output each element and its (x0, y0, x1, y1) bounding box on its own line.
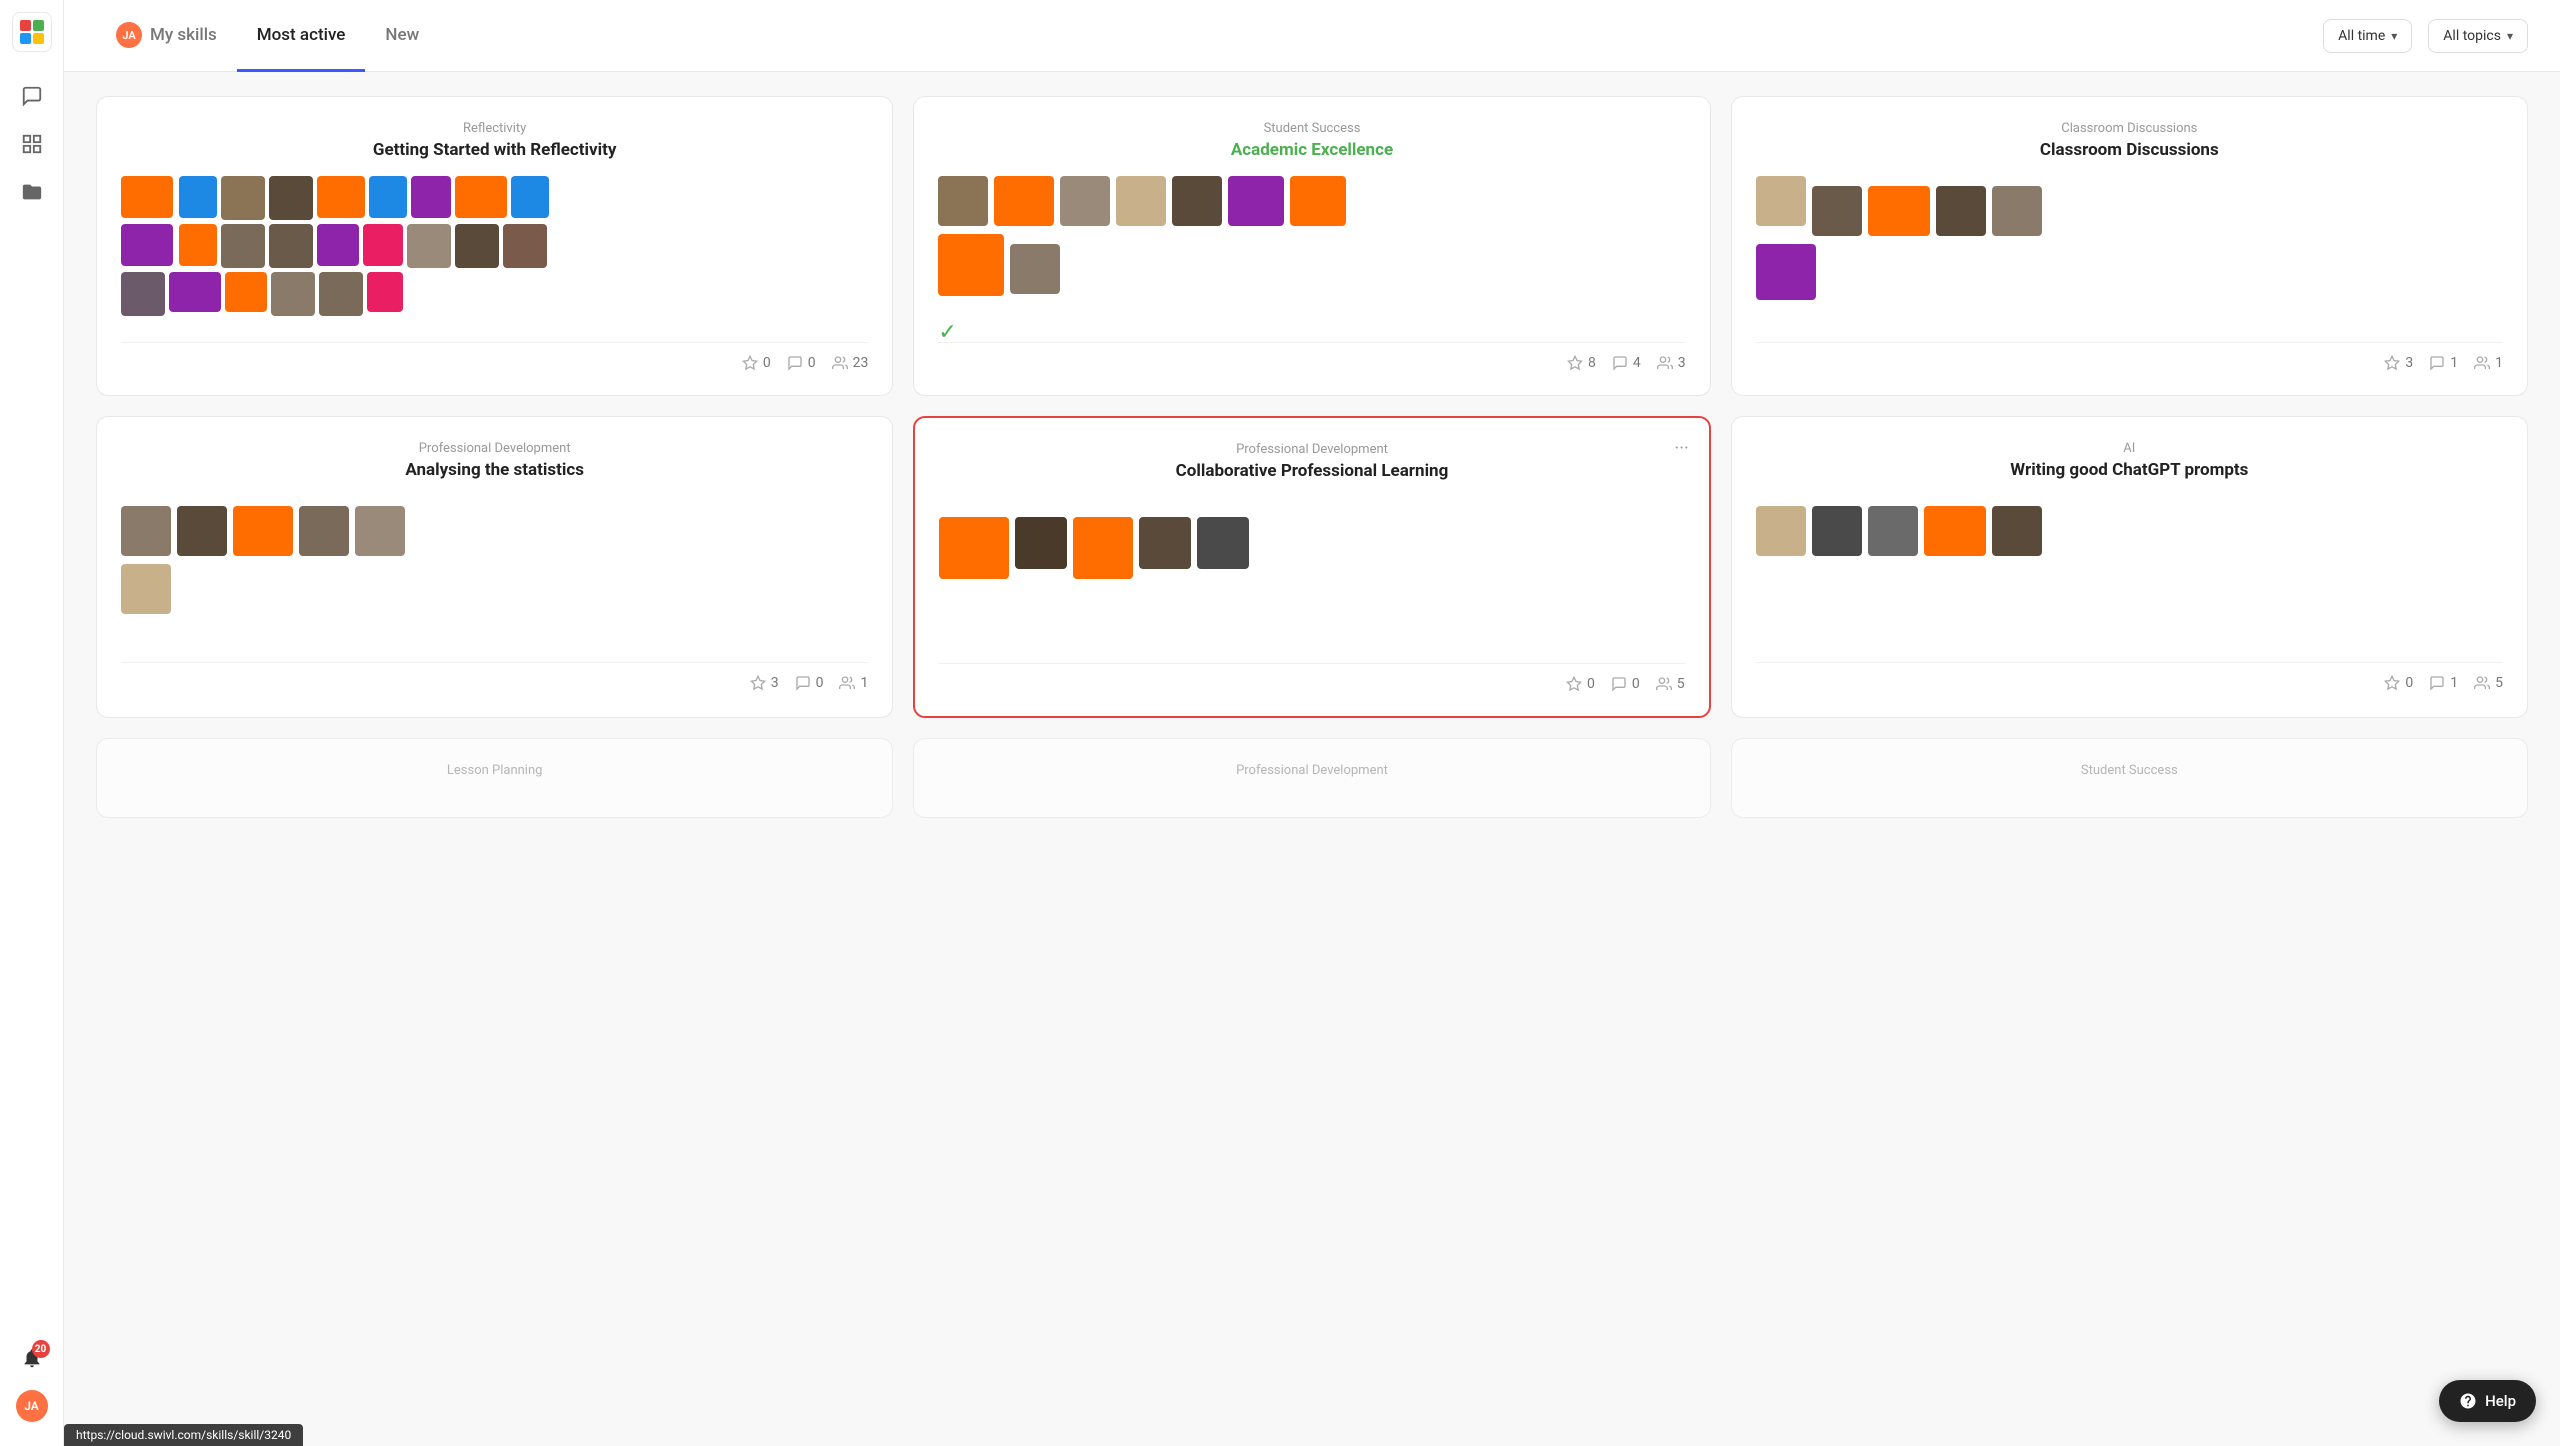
url-bar: https://cloud.swivl.com/skills/skill/324… (64, 1424, 303, 1446)
members-stat: 3 (1657, 355, 1686, 371)
card-footer: 0 0 23 (121, 342, 868, 371)
star-stat: 0 (1566, 676, 1595, 692)
help-label: Help (2485, 1392, 2516, 1410)
card-footer: 8 4 3 (938, 342, 1685, 371)
sidebar-bottom: 20 JA (12, 1338, 52, 1434)
card-title: Collaborative Professional Learning (939, 461, 1684, 481)
card-category: Professional Development (939, 442, 1684, 457)
star-stat: 3 (2384, 355, 2413, 371)
tab-my-skills[interactable]: JA My skills (96, 1, 237, 72)
members-stat: 1 (2474, 355, 2503, 371)
card-category: AI (1756, 441, 2503, 456)
card-category: Classroom Discussions (1756, 121, 2503, 136)
star-stat: 0 (2384, 675, 2413, 691)
tab-my-skills-label: My skills (150, 25, 217, 45)
card-title: Classroom Discussions (1756, 140, 2503, 160)
card-footer: 3 0 1 (121, 662, 868, 691)
card-category: Student Success (1756, 763, 2503, 778)
comment-stat: 4 (1612, 355, 1641, 371)
comment-stat: 1 (2429, 675, 2458, 691)
card-getting-started[interactable]: Reflectivity Getting Started with Reflec… (96, 96, 893, 396)
card-footer: 3 1 1 (1756, 342, 2503, 371)
star-stat: 8 (1567, 355, 1596, 371)
chevron-down-icon: ▾ (2507, 29, 2513, 43)
checkmark-icon: ✓ (938, 320, 956, 345)
sidebar-nav (12, 76, 52, 1338)
card-analysing-statistics[interactable]: Professional Development Analysing the s… (96, 416, 893, 718)
help-button[interactable]: Help (2439, 1380, 2536, 1422)
cards-content: Reflectivity Getting Started with Reflec… (64, 72, 2560, 1446)
card-chatgpt-prompts[interactable]: AI Writing good ChatGPT prompts 0 (1731, 416, 2528, 718)
cards-grid: Reflectivity Getting Started with Reflec… (96, 96, 2528, 818)
tab-most-active-label: Most active (257, 25, 346, 45)
tab-most-active[interactable]: Most active (237, 1, 366, 72)
sidebar: 20 JA (0, 0, 64, 1446)
card-visual (939, 497, 1684, 647)
header-tabs: JA My skills Most active New (96, 0, 439, 71)
members-stat: 5 (2474, 675, 2503, 691)
user-avatar[interactable]: JA (16, 1390, 48, 1422)
tab-new-label: New (385, 25, 419, 45)
card-category: Professional Development (121, 441, 868, 456)
all-time-filter[interactable]: All time ▾ (2323, 19, 2412, 53)
card-title: Writing good ChatGPT prompts (1756, 460, 2503, 480)
card-lesson-planning[interactable]: Lesson Planning (96, 738, 893, 818)
main-content: JA My skills Most active New All time ▾ … (64, 0, 2560, 1446)
star-stat: 3 (750, 675, 779, 691)
card-visual (121, 176, 868, 326)
tab-avatar: JA (116, 22, 142, 48)
comment-stat: 1 (2429, 355, 2458, 371)
card-category: Student Success (938, 121, 1685, 136)
sidebar-item-folder[interactable] (12, 172, 52, 212)
card-category: Professional Development (938, 763, 1685, 778)
card-student-success[interactable]: Student Success (1731, 738, 2528, 818)
card-academic-excellence[interactable]: Student Success Academic Excellence ✓ (913, 96, 1710, 396)
card-category: Lesson Planning (121, 763, 868, 778)
card-visual (1756, 496, 2503, 646)
card-visual (938, 176, 1685, 326)
card-classroom-discussions[interactable]: Classroom Discussions Classroom Discussi… (1731, 96, 2528, 396)
tab-new[interactable]: New (365, 1, 439, 72)
card-title: Getting Started with Reflectivity (121, 140, 868, 160)
star-stat: 0 (742, 355, 771, 371)
card-footer: 0 0 5 (939, 663, 1684, 692)
card-footer: 0 1 5 (1756, 662, 2503, 691)
all-time-label: All time (2338, 28, 2385, 44)
card-professional-development[interactable]: Professional Development (913, 738, 1710, 818)
card-menu-button[interactable]: ··· (1675, 438, 1689, 459)
card-title: Academic Excellence (938, 140, 1685, 160)
notification-count: 20 (32, 1340, 50, 1358)
comment-stat: 0 (787, 355, 816, 371)
members-stat: 5 (1656, 676, 1685, 692)
members-stat: 1 (839, 675, 868, 691)
comment-stat: 0 (1611, 676, 1640, 692)
card-title: Analysing the statistics (121, 460, 868, 480)
card-collaborative-learning[interactable]: Professional Development Collaborative P… (913, 416, 1710, 718)
sidebar-item-dashboard[interactable] (12, 124, 52, 164)
chevron-down-icon: ▾ (2391, 29, 2397, 43)
sidebar-item-chat[interactable] (12, 76, 52, 116)
notification-bell[interactable]: 20 (12, 1338, 52, 1378)
all-topics-label: All topics (2443, 28, 2501, 44)
members-stat: 23 (832, 355, 869, 371)
header-filters: All time ▾ All topics ▾ (2323, 19, 2528, 53)
comment-stat: 0 (795, 675, 824, 691)
card-visual (1756, 176, 2503, 326)
app-logo[interactable] (12, 12, 52, 52)
card-visual (121, 496, 868, 646)
card-category: Reflectivity (121, 121, 868, 136)
all-topics-filter[interactable]: All topics ▾ (2428, 19, 2528, 53)
header: JA My skills Most active New All time ▾ … (64, 0, 2560, 72)
